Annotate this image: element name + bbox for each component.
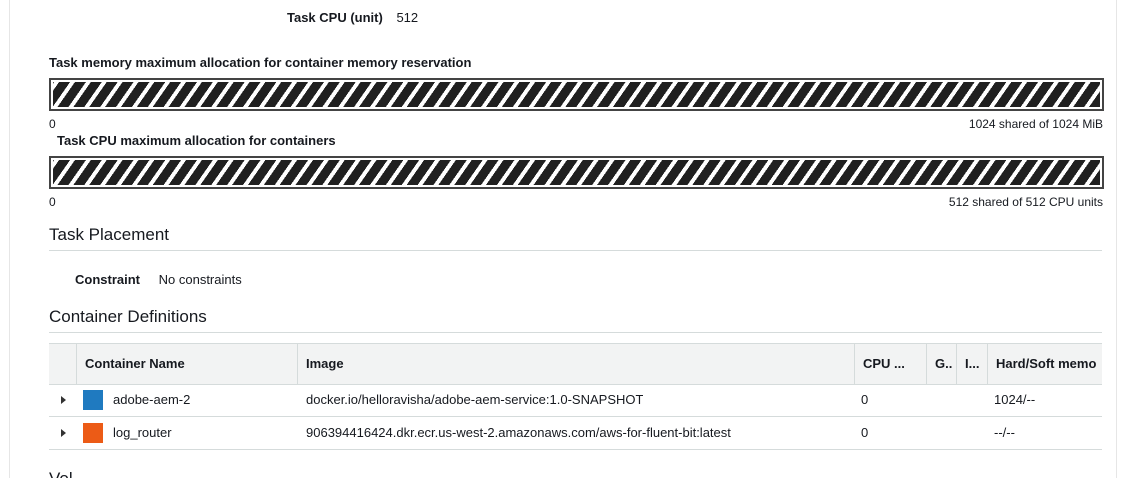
container-image: docker.io/helloravisha/adobe-aem-service…	[306, 392, 644, 407]
cpu-bar-max: 512 shared of 512 CPU units	[948, 195, 1103, 209]
memory-bar-max: 1024 shared of 1024 MiB	[968, 117, 1103, 131]
column-header-memory[interactable]: Hard/Soft memo	[987, 344, 1102, 384]
column-header-image[interactable]: Image	[297, 344, 854, 384]
volumes-heading-partial: Vol	[49, 470, 73, 478]
container-color-swatch	[83, 423, 103, 443]
container-cpu: 0	[861, 392, 869, 407]
task-cpu-field: Task CPU (unit) 512	[287, 10, 418, 25]
cpu-allocation-bar	[49, 156, 1104, 189]
expand-column-header	[49, 344, 76, 384]
container-name[interactable]: log_router	[113, 417, 172, 449]
container-memory: --/--	[994, 425, 1015, 440]
constraint-field: Constraint No constraints	[75, 272, 242, 287]
container-memory: 1024/--	[994, 392, 1036, 407]
container-cpu: 0	[861, 425, 869, 440]
task-cpu-label: Task CPU (unit)	[287, 10, 383, 25]
constraint-label: Constraint	[75, 272, 140, 287]
container-definitions-heading: Container Definitions	[49, 307, 207, 326]
cpu-allocation-fill	[53, 160, 1100, 185]
column-header-cpu[interactable]: CPU ...	[854, 344, 926, 384]
container-image: 906394416424.dkr.ecr.us-west-2.amazonaws…	[306, 425, 731, 440]
expand-caret-icon[interactable]	[61, 429, 66, 437]
container-name[interactable]: adobe-aem-2	[113, 384, 190, 416]
constraint-value: No constraints	[158, 272, 242, 287]
table-header-row: Container Name Image CPU ... G.. I... Ha…	[49, 343, 1102, 385]
column-header-container-name[interactable]: Container Name	[76, 344, 297, 384]
memory-allocation-fill	[53, 82, 1100, 107]
memory-bar-min: 0	[49, 117, 56, 131]
column-header-gpu[interactable]: G..	[926, 344, 956, 384]
container-definitions-divider	[49, 332, 1102, 333]
memory-bar-title: Task memory maximum allocation for conta…	[49, 55, 472, 70]
column-header-inference[interactable]: I...	[956, 344, 987, 384]
task-placement-heading: Task Placement	[49, 225, 169, 244]
expand-caret-icon[interactable]	[61, 396, 66, 404]
container-definitions-table: Container Name Image CPU ... G.. I... Ha…	[49, 343, 1102, 450]
panel-border-right	[1116, 0, 1117, 478]
container-color-swatch	[83, 390, 103, 410]
cpu-bar-min: 0	[49, 195, 56, 209]
table-row[interactable]: adobe-aem-2 docker.io/helloravisha/adobe…	[49, 384, 1102, 417]
task-cpu-value: 512	[396, 10, 419, 25]
cpu-bar-title: Task CPU maximum allocation for containe…	[57, 133, 336, 148]
task-placement-divider	[49, 250, 1102, 251]
panel-border-left	[9, 0, 10, 478]
memory-allocation-bar	[49, 78, 1104, 111]
table-row[interactable]: log_router 906394416424.dkr.ecr.us-west-…	[49, 417, 1102, 450]
